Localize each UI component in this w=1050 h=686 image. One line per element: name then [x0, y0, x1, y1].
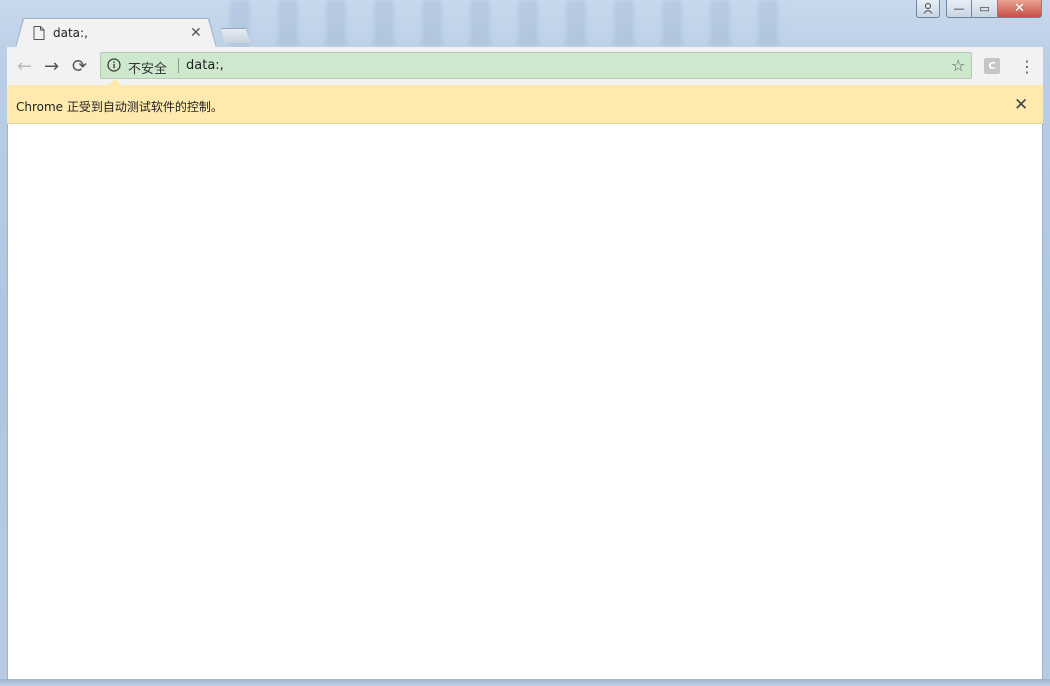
close-window-button[interactable]: ✕: [998, 0, 1042, 18]
infobar-close-icon[interactable]: ✕: [1014, 95, 1028, 115]
reload-button[interactable]: ⟳: [72, 56, 87, 77]
maximize-button[interactable]: ▭: [972, 0, 998, 18]
window-frame-background: [230, 0, 790, 46]
extension-icon[interactable]: C: [984, 58, 1000, 74]
infobar-message: Chrome 正受到自动测试软件的控制。: [16, 100, 223, 114]
page-icon: [33, 26, 45, 40]
window-bottom-edge: [0, 679, 1050, 686]
info-icon[interactable]: [107, 58, 121, 72]
minimize-button[interactable]: —: [946, 0, 972, 18]
user-icon[interactable]: [916, 0, 940, 18]
back-button[interactable]: ←: [17, 56, 32, 77]
tab-active[interactable]: [16, 19, 216, 48]
star-icon[interactable]: ☆: [951, 56, 965, 75]
tab-title: data:,: [53, 26, 88, 40]
page-content[interactable]: [7, 124, 1043, 679]
infobar-pointer: [108, 79, 122, 86]
url-text[interactable]: data:,: [186, 58, 224, 73]
security-label[interactable]: 不安全: [128, 58, 167, 77]
menu-icon[interactable]: ⋮: [1019, 57, 1035, 76]
omnibox-separator: [178, 58, 179, 73]
window-controls: — ▭ ✕: [916, 0, 1042, 20]
tab-close-icon[interactable]: ✕: [190, 25, 202, 41]
address-bar[interactable]: [100, 52, 972, 79]
forward-button[interactable]: →: [44, 56, 59, 77]
